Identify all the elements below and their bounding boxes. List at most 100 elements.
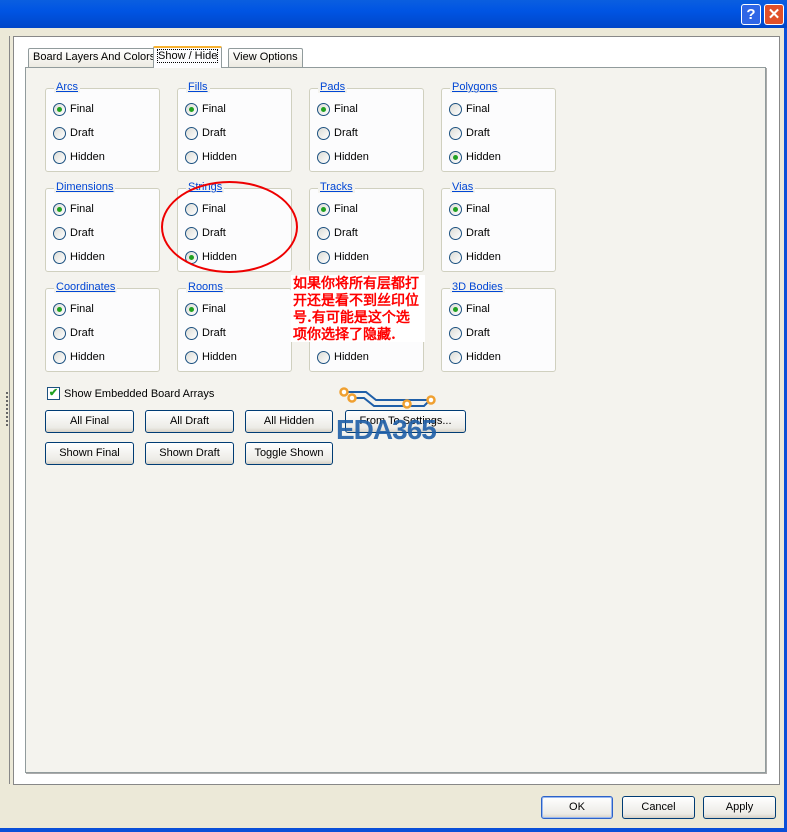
radio-dimensions-final[interactable]: Final [53,202,94,216]
radio-pads-hidden[interactable]: Hidden [317,150,369,164]
radio-coordinates-final[interactable]: Final [53,302,94,316]
toggle-shown-button[interactable]: Toggle Shown [245,442,333,465]
shown-draft-button[interactable]: Shown Draft [145,442,234,465]
radio-dimensions-hidden[interactable]: Hidden [53,250,105,264]
radio-fills-hidden[interactable]: Hidden [185,150,237,164]
radio-fills-final[interactable]: Final [185,102,226,116]
tab-view-options[interactable]: View Options [228,48,303,68]
radio-label: Draft [202,127,226,139]
shown-final-button[interactable]: Shown Final [45,442,134,465]
radio-icon[interactable] [449,350,462,364]
annotation-circle [161,181,298,273]
radio-icon[interactable] [317,202,330,216]
radio-icon[interactable] [53,102,66,116]
radio-icon[interactable] [185,102,198,116]
radio-pads-final[interactable]: Final [317,102,358,116]
tab-board-layers[interactable]: Board Layers And Colors [28,48,161,68]
radio-icon[interactable] [449,102,462,116]
cancel-button[interactable]: Cancel [622,796,695,819]
radio-rooms-hidden[interactable]: Hidden [185,350,237,364]
radio-icon[interactable] [53,250,66,264]
radio-3d-bodies-draft[interactable]: Draft [449,326,490,340]
all-final-button[interactable]: All Final [45,410,134,433]
radio-icon[interactable] [185,326,198,340]
radio-icon[interactable] [317,250,330,264]
radio-icon[interactable] [449,326,462,340]
group-title: Fills [186,81,210,93]
radio-icon[interactable] [53,126,66,140]
radio-vias-final[interactable]: Final [449,202,490,216]
radio-icon[interactable] [449,226,462,240]
radio-tracks-draft[interactable]: Draft [317,226,358,240]
radio-label: Hidden [70,151,105,163]
radio-icon[interactable] [53,202,66,216]
group-title: Coordinates [54,281,118,293]
checkmark-icon[interactable]: ✔ [47,387,60,400]
radio-arcs-draft[interactable]: Draft [53,126,94,140]
radio-label: Hidden [202,351,237,363]
ok-button[interactable]: OK [541,796,613,819]
radio-icon[interactable] [53,302,66,316]
radio-label: Draft [466,127,490,139]
radio-vias-hidden[interactable]: Hidden [449,250,501,264]
radio-icon[interactable] [317,126,330,140]
radio-polygons-hidden[interactable]: Hidden [449,150,501,164]
radio-label: Hidden [70,351,105,363]
radio-label: Final [466,203,490,215]
apply-button[interactable]: Apply [703,796,776,819]
radio-arcs-final[interactable]: Final [53,102,94,116]
radio-coordinates-hidden[interactable]: Hidden [53,350,105,364]
radio-pads-draft[interactable]: Draft [317,126,358,140]
all-hidden-button[interactable]: All Hidden [245,410,333,433]
radio-icon[interactable] [449,250,462,264]
radio-icon[interactable] [317,350,330,364]
radio-label: Final [70,303,94,315]
radio-icon[interactable] [185,350,198,364]
group-title: 3D Bodies [450,281,505,293]
radio-icon[interactable] [317,150,330,164]
radio-icon[interactable] [53,226,66,240]
help-button[interactable]: ? [741,4,761,25]
group-rooms: Rooms Final Draft Hidden [177,281,292,372]
radio-arcs-hidden[interactable]: Hidden [53,150,105,164]
radio-icon[interactable] [185,126,198,140]
radio-3d-bodies-final[interactable]: Final [449,302,490,316]
radio-icon[interactable] [317,226,330,240]
radio-label: Final [202,103,226,115]
group-polygons: Polygons Final Draft Hidden [441,81,556,172]
tab-label: View Options [233,51,298,63]
splitter-grip[interactable] [6,392,9,426]
radio-icon[interactable] [53,326,66,340]
radio-tracks-final[interactable]: Final [317,202,358,216]
radio-label: Draft [334,127,358,139]
group-dimensions: Dimensions Final Draft Hidden [45,181,160,272]
radio-rooms-final[interactable]: Final [185,302,226,316]
radio-label: Hidden [466,151,501,163]
radio-fills-draft[interactable]: Draft [185,126,226,140]
radio-3d-bodies-hidden[interactable]: Hidden [449,350,501,364]
radio-icon[interactable] [449,126,462,140]
radio-icon[interactable] [449,302,462,316]
show-embedded-board-arrays-checkbox[interactable]: ✔ Show Embedded Board Arrays [47,387,214,400]
radio-icon[interactable] [53,150,66,164]
all-draft-button[interactable]: All Draft [145,410,234,433]
radio-coordinates-draft[interactable]: Draft [53,326,94,340]
radio-rooms-draft[interactable]: Draft [185,326,226,340]
radio-tracks-hidden[interactable]: Hidden [317,250,369,264]
radio-icon[interactable] [449,150,462,164]
radio-regions-hidden[interactable]: Hidden [317,350,369,364]
radio-label: Hidden [466,351,501,363]
radio-polygons-final[interactable]: Final [449,102,490,116]
radio-polygons-draft[interactable]: Draft [449,126,490,140]
radio-dimensions-draft[interactable]: Draft [53,226,94,240]
radio-icon[interactable] [53,350,66,364]
window-border [0,828,787,832]
radio-vias-draft[interactable]: Draft [449,226,490,240]
radio-icon[interactable] [317,102,330,116]
tab-show-hide[interactable]: Show / Hide [153,46,223,68]
radio-icon[interactable] [449,202,462,216]
radio-icon[interactable] [185,302,198,316]
radio-icon[interactable] [185,150,198,164]
tab-label: Show / Hide [156,49,219,63]
close-button[interactable]: ✕ [764,4,784,25]
